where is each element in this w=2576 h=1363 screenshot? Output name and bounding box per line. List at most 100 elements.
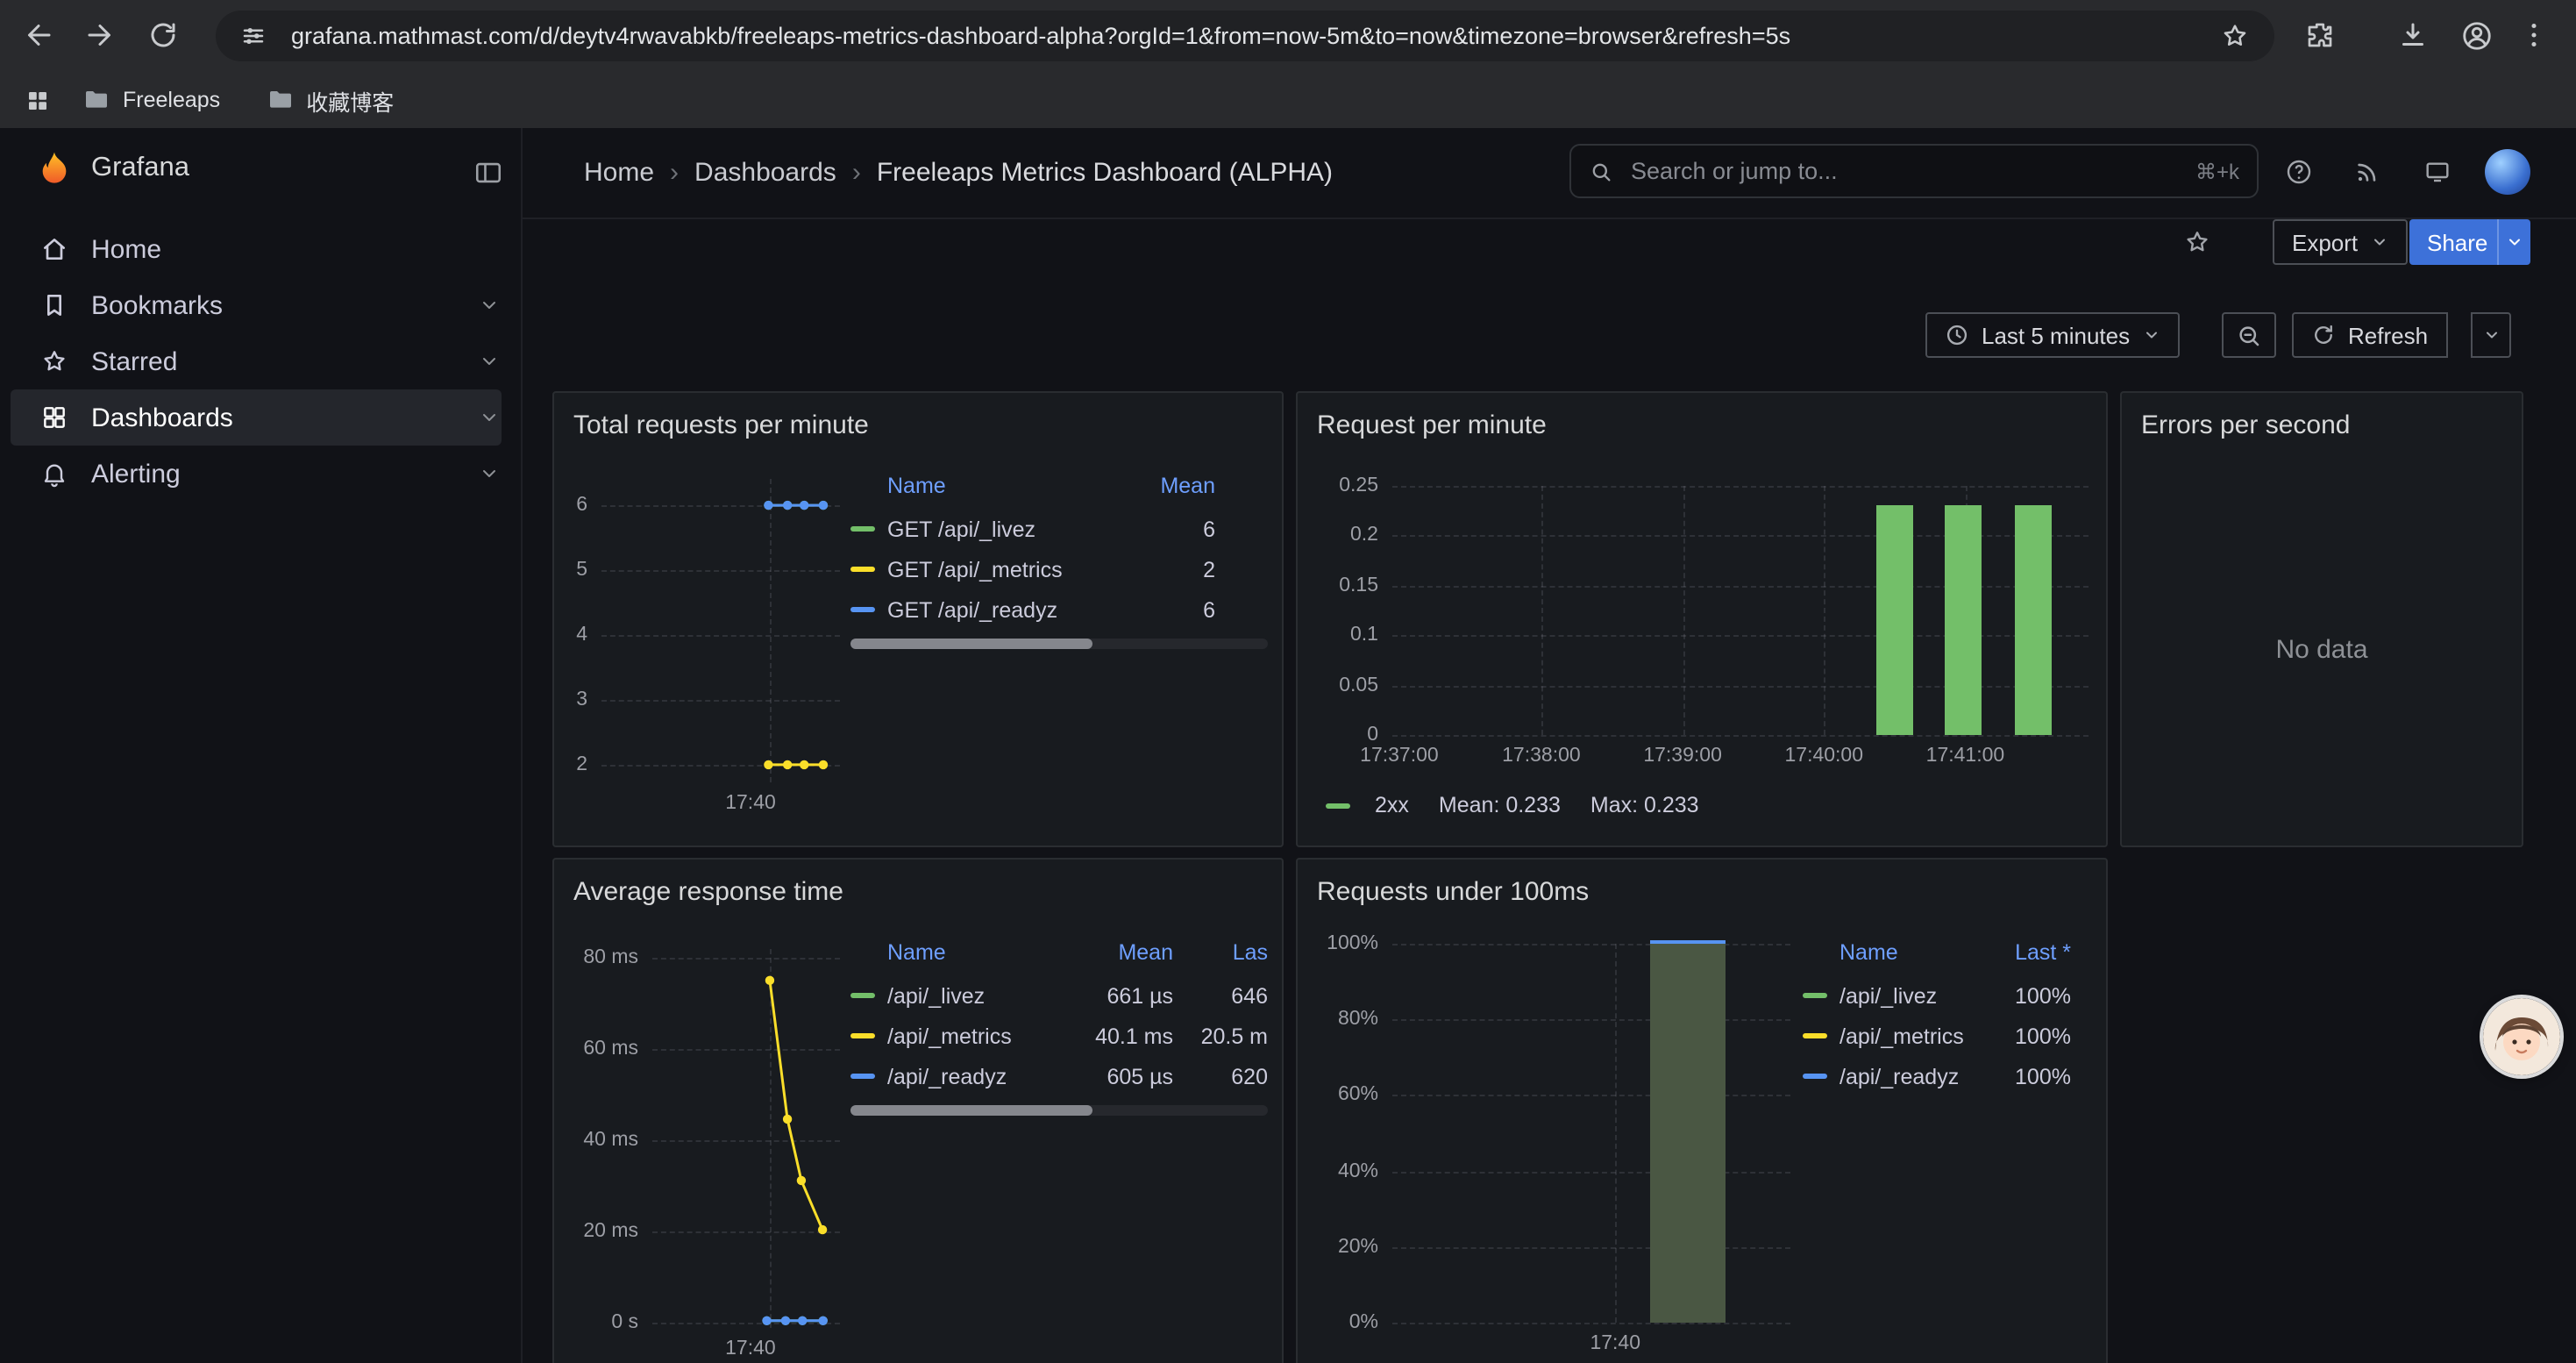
x-tick-label: 17:41:00	[1926, 746, 2005, 767]
profile-icon[interactable]	[2460, 19, 2494, 53]
gridline	[1392, 1095, 1790, 1097]
breadcrumb-home[interactable]: Home	[584, 158, 654, 188]
sidebar-item-bookmarks[interactable]: Bookmarks	[11, 277, 502, 333]
back-icon[interactable]	[23, 19, 54, 51]
legend-row[interactable]: GET /api/_livez 6	[850, 509, 1268, 549]
sidebar-item-label: Alerting	[91, 459, 181, 489]
panel-title[interactable]: Requests under 100ms	[1317, 877, 1589, 907]
dock-menu-icon[interactable]	[473, 158, 503, 188]
news-rss-icon[interactable]	[2353, 158, 2381, 186]
help-icon[interactable]	[2285, 158, 2313, 186]
legend-header-name[interactable]: Name	[887, 940, 1061, 965]
y-tick-label: 80%	[1338, 1009, 1378, 1030]
share-button[interactable]: Share	[2409, 219, 2505, 265]
series-mean: 661 µs	[1061, 983, 1173, 1008]
x-tick-label: 17:40:00	[1784, 746, 1863, 767]
bell-icon	[40, 460, 68, 488]
legend-scrollbar[interactable]	[850, 639, 1268, 649]
url-bar[interactable]	[216, 11, 2274, 61]
sidebar-item-alerting[interactable]: Alerting	[11, 446, 502, 502]
legend-row[interactable]: GET /api/_metrics 2	[850, 549, 1268, 589]
export-label: Export	[2292, 229, 2358, 255]
legend-scrollbar[interactable]	[850, 1105, 1268, 1116]
refresh-label: Refresh	[2348, 322, 2428, 348]
favorite-dashboard-star-icon[interactable]	[2183, 228, 2211, 256]
home-icon	[40, 235, 68, 263]
legend-row[interactable]: GET /api/_readyz 6	[850, 589, 1268, 630]
y-tick-label: 6	[576, 495, 587, 516]
chevron-down-icon[interactable]	[479, 463, 500, 484]
apps-grid-icon[interactable]	[25, 87, 51, 113]
legend-row[interactable]: 2xx Mean: 0.233 Max: 0.233	[1326, 793, 1699, 817]
browser-menu-icon[interactable]	[2518, 19, 2550, 51]
gridline	[1683, 486, 1684, 735]
url-input[interactable]	[288, 21, 2220, 51]
refresh-interval-button[interactable]	[2471, 312, 2511, 358]
legend-row[interactable]: /api/_readyz 100%	[1803, 1056, 2092, 1096]
gridline	[1392, 586, 2089, 588]
reload-icon[interactable]	[147, 19, 179, 51]
y-tick-label: 3	[576, 689, 587, 710]
breadcrumb-dashboards[interactable]: Dashboards	[694, 158, 836, 188]
legend-header-name[interactable]: Name	[1839, 940, 1983, 965]
panel-title[interactable]: Average response time	[573, 877, 843, 907]
legend-row[interactable]: /api/_metrics 100%	[1803, 1016, 2092, 1056]
legend-row[interactable]: /api/_livez 100%	[1803, 975, 2092, 1016]
legend-header-name[interactable]: Name	[887, 474, 1117, 498]
downloads-icon[interactable]	[2397, 19, 2429, 51]
assistant-avatar[interactable]	[2483, 998, 2560, 1075]
y-tick-label: 100%	[1327, 933, 1378, 954]
scrollbar-thumb[interactable]	[850, 1105, 1092, 1116]
search-box[interactable]: ⌘+k	[1569, 144, 2259, 198]
bookmark-folder-blogs[interactable]: 收藏博客	[266, 83, 394, 117]
legend-row[interactable]: /api/_readyz 605 µs 620	[850, 1056, 1268, 1096]
forward-icon[interactable]	[84, 19, 116, 51]
panel-request-per-minute: Request per minute 0.250.20.150.10.05017…	[1296, 391, 2108, 847]
grafana-brand[interactable]: Grafana	[37, 151, 189, 186]
sidebar-item-starred[interactable]: Starred	[11, 333, 502, 389]
folder-icon	[82, 86, 110, 114]
series-swatch	[850, 993, 875, 998]
x-tick-label: 17:40	[725, 1338, 776, 1359]
chevron-down-icon[interactable]	[479, 407, 500, 428]
legend-header-last[interactable]: Las	[1173, 940, 1268, 965]
breadcrumb-separator	[852, 158, 861, 188]
search-input[interactable]	[1627, 156, 2181, 186]
series-mean: 605 µs	[1061, 1064, 1173, 1088]
series-swatch	[850, 526, 875, 532]
requests-under-100ms-chart: 100%80%60%40%20%0%17:40	[1392, 944, 1790, 1323]
refresh-button[interactable]: Refresh	[2292, 312, 2447, 358]
panel-title[interactable]: Request per minute	[1317, 410, 1547, 440]
chevron-down-icon[interactable]	[479, 295, 500, 316]
zoom-out-time-button[interactable]	[2222, 312, 2276, 358]
bookmark-star-icon[interactable]	[2220, 21, 2250, 51]
panel-title[interactable]: Errors per second	[2141, 410, 2350, 440]
chevron-down-icon[interactable]	[479, 351, 500, 372]
y-tick-label: 0.05	[1339, 674, 1378, 696]
y-tick-label: 0.15	[1339, 575, 1378, 596]
time-range-picker[interactable]: Last 5 minutes	[1925, 312, 2179, 358]
sidebar-item-dashboards[interactable]: Dashboards	[11, 389, 502, 446]
legend-row[interactable]: /api/_livez 661 µs 646	[850, 975, 1268, 1016]
chart-bar	[1945, 506, 1982, 735]
legend-header-last[interactable]: Last *	[1983, 940, 2071, 965]
display-icon[interactable]	[2423, 158, 2451, 186]
user-avatar[interactable]	[2485, 149, 2530, 195]
legend-row[interactable]: /api/_metrics 40.1 ms 20.5 m	[850, 1016, 1268, 1056]
legend-header-mean[interactable]: Mean	[1117, 474, 1215, 498]
y-tick-label: 40%	[1338, 1160, 1378, 1181]
series-max: Max: 0.233	[1590, 793, 1699, 817]
legend-header-mean[interactable]: Mean	[1061, 940, 1173, 965]
share-menu-button[interactable]	[2497, 219, 2530, 265]
series-name: GET /api/_livez	[887, 517, 1117, 541]
gridline	[1392, 944, 1790, 946]
bookmark-folder-freeleaps[interactable]: Freeleaps	[82, 86, 220, 114]
export-button[interactable]: Export	[2273, 219, 2407, 265]
series-swatch	[1803, 993, 1827, 998]
panel-title[interactable]: Total requests per minute	[573, 410, 869, 440]
extensions-icon[interactable]	[2304, 19, 2336, 51]
scrollbar-thumb[interactable]	[850, 639, 1092, 649]
sidebar-item-home[interactable]: Home	[11, 221, 502, 277]
series-swatch	[1326, 803, 1350, 808]
site-info-icon[interactable]	[240, 23, 267, 49]
